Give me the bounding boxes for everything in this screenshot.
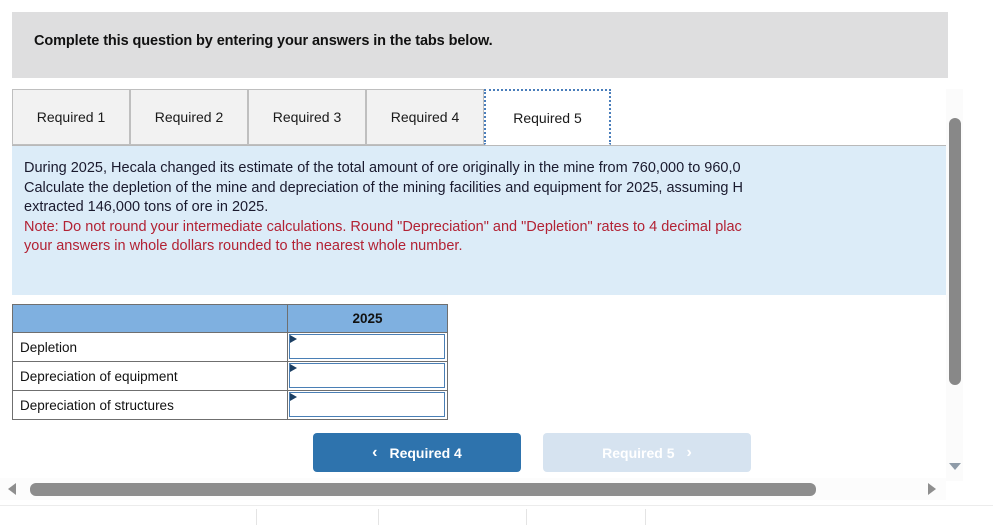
instruction-header-bar: Complete this question by entering your …: [12, 12, 948, 78]
row-label-depreciation-structures: Depreciation of structures: [12, 390, 288, 420]
bottom-strip: [0, 506, 993, 525]
tab-required-5[interactable]: Required 5: [484, 89, 611, 145]
instruction-panel: During 2025, Hecala changed its estimate…: [12, 146, 948, 295]
instruction-note-line-2: your answers in whole dollars rounded to…: [24, 238, 463, 254]
instruction-line-1: During 2025, Hecala changed its estimate…: [24, 160, 741, 176]
row-label-depletion: Depletion: [12, 332, 288, 362]
instruction-body: During 2025, Hecala changed its estimate…: [24, 159, 948, 257]
bottom-column-divider: [645, 509, 646, 525]
tab-required-3-label: Required 3: [272, 109, 342, 125]
tab-required-1-label: Required 1: [36, 109, 106, 125]
tab-required-5-label: Required 5: [513, 109, 582, 126]
instruction-header-text: Complete this question by entering your …: [34, 33, 493, 49]
scroll-left-arrow-icon[interactable]: [8, 483, 20, 496]
prev-button-label: Required 4: [389, 444, 462, 461]
chevron-left-icon: ‹: [372, 443, 378, 461]
instruction-line-2: Calculate the depletion of the mine and …: [24, 179, 743, 196]
cell-depreciation-equipment-2025[interactable]: [287, 361, 448, 391]
table-row: Depreciation of equipment: [12, 361, 448, 391]
answer-table: 2025 Depletion Depreciation of equipment…: [12, 304, 448, 420]
requirement-tabs: Required 1 Required 2 Required 3 Require…: [12, 89, 948, 146]
scroll-right-arrow-icon[interactable]: [928, 483, 940, 496]
table-header-row: 2025: [12, 304, 448, 333]
cell-depreciation-structures-2025[interactable]: [287, 390, 448, 420]
tab-required-4-label: Required 4: [390, 109, 460, 125]
table-row: Depreciation of structures: [12, 390, 448, 420]
input-depreciation-equipment-2025[interactable]: [289, 363, 445, 388]
chevron-right-icon: ›: [686, 443, 692, 461]
bottom-column-divider: [378, 509, 379, 525]
scroll-down-arrow-icon[interactable]: [946, 458, 963, 474]
row-label-depreciation-equipment: Depreciation of equipment: [12, 361, 288, 391]
tab-required-2[interactable]: Required 2: [130, 89, 248, 145]
bottom-column-divider: [256, 509, 257, 525]
tab-required-1[interactable]: Required 1: [12, 89, 130, 145]
table-row: Depletion: [12, 332, 448, 362]
tab-required-2-label: Required 2: [154, 109, 224, 125]
question-workspace: Complete this question by entering your …: [0, 0, 993, 525]
instruction-note-line-1: Note: Do not round your intermediate cal…: [24, 218, 742, 235]
tab-required-4[interactable]: Required 4: [366, 89, 484, 145]
horizontal-scrollbar-thumb[interactable]: [30, 483, 816, 496]
vertical-scrollbar-thumb[interactable]: [949, 118, 961, 385]
input-depreciation-structures-2025[interactable]: [289, 392, 445, 417]
right-gutter: [963, 0, 993, 478]
table-header-year: 2025: [287, 304, 448, 333]
tab-required-3[interactable]: Required 3: [248, 89, 366, 145]
cell-depletion-2025[interactable]: [287, 332, 448, 362]
next-required-5-button[interactable]: Required 5 ›: [543, 433, 751, 472]
input-depletion-2025[interactable]: [289, 334, 445, 359]
instruction-line-3: extracted 146,000 tons of ore in 2025.: [24, 199, 269, 215]
bottom-column-divider: [526, 509, 527, 525]
prev-required-4-button[interactable]: ‹ Required 4: [313, 433, 521, 472]
next-button-label: Required 5: [602, 444, 675, 461]
table-corner-cell: [12, 304, 288, 333]
